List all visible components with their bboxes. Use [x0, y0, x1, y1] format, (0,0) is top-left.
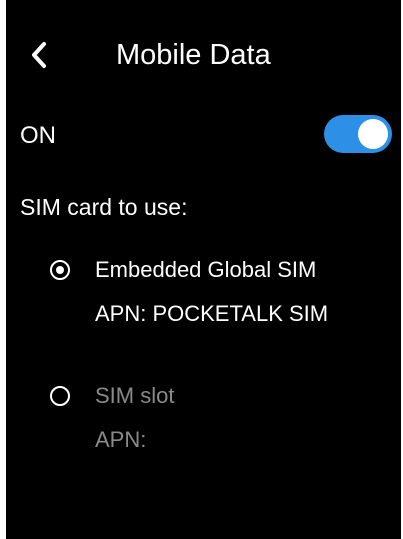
sim-section-label: SIM card to use:	[20, 194, 188, 220]
chevron-left-icon	[32, 42, 46, 68]
toggle-state-label: ON	[20, 122, 56, 149]
radio-checked-icon[interactable]	[50, 260, 70, 280]
back-button[interactable]	[22, 38, 56, 72]
sim-option-apn: APN:	[95, 427, 147, 452]
radio-unchecked-icon[interactable]	[50, 386, 70, 406]
sim-option-apn: APN: POCKETALK SIM	[95, 301, 329, 326]
mobile-data-screen: Mobile Data ON SIM card to use: Embedded…	[6, 0, 401, 539]
sim-option-name: Embedded Global SIM	[95, 257, 317, 282]
toggle-knob	[358, 119, 388, 149]
page-title: Mobile Data	[116, 39, 271, 71]
mobile-data-toggle-row: ON	[6, 115, 401, 160]
sim-option-embedded[interactable]: Embedded Global SIM APN: POCKETALK SIM	[6, 256, 401, 346]
sim-option-name: SIM slot	[95, 383, 175, 408]
mobile-data-toggle[interactable]	[324, 115, 392, 153]
header-bar: Mobile Data	[6, 20, 401, 90]
sim-option-slot[interactable]: SIM slot APN:	[6, 382, 401, 472]
